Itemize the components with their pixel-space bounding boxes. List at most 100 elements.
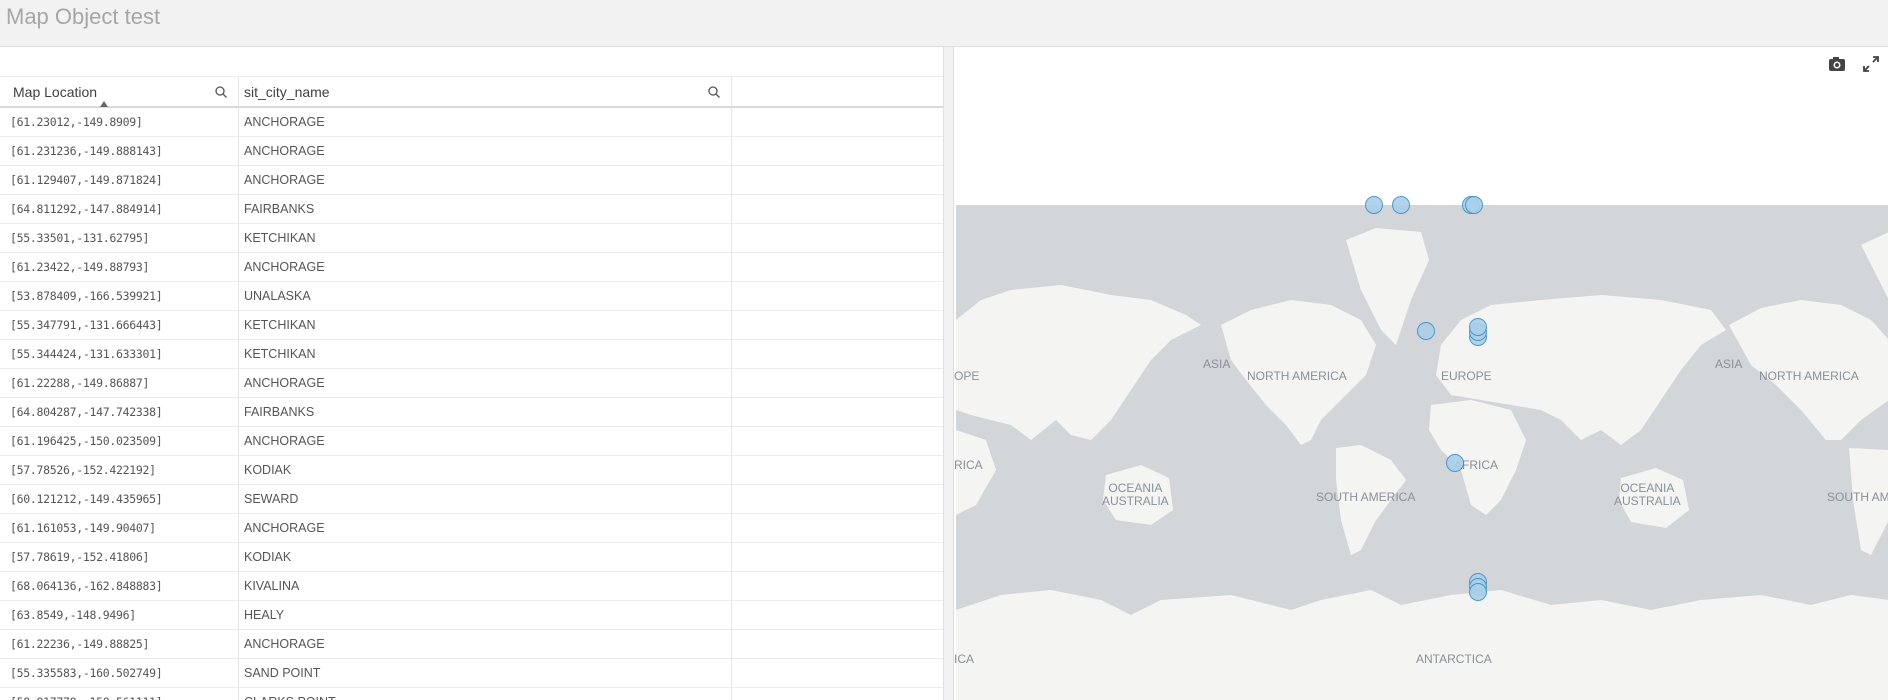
cell-empty: [732, 688, 943, 700]
cell-map-location[interactable]: [58.817778,-158.561111]: [0, 688, 239, 700]
table-row[interactable]: [55.335583,-160.502749] SAND POINT: [0, 659, 943, 688]
cell-map-location[interactable]: [64.811292,-147.884914]: [0, 195, 239, 223]
cell-empty: [732, 398, 943, 426]
cell-city-name[interactable]: KIVALINA: [239, 572, 732, 600]
table-row[interactable]: [57.78526,-152.422192] KODIAK: [0, 456, 943, 485]
cell-city-name[interactable]: ANCHORAGE: [239, 166, 732, 194]
table-row[interactable]: [55.33501,-131.62795] KETCHIKAN: [0, 224, 943, 253]
search-icon[interactable]: [214, 85, 228, 99]
cell-city-name[interactable]: FAIRBANKS: [239, 195, 732, 223]
cell-map-location[interactable]: [63.8549,-148.9496]: [0, 601, 239, 629]
map-marker[interactable]: [1446, 454, 1464, 472]
cell-empty: [732, 137, 943, 165]
cell-city-name[interactable]: KETCHIKAN: [239, 224, 732, 252]
cell-city-name[interactable]: SEWARD: [239, 485, 732, 513]
cell-map-location[interactable]: [61.161053,-149.90407]: [0, 514, 239, 542]
map-marker[interactable]: [1469, 318, 1487, 336]
cell-city-name[interactable]: CLARKS POINT: [239, 688, 732, 700]
map-marker[interactable]: [1392, 196, 1410, 214]
cell-empty: [732, 166, 943, 194]
map-label-antarctica: ANTARCTICA: [1416, 652, 1492, 666]
map-label-asia-right: ASIA: [1715, 357, 1743, 371]
cell-map-location[interactable]: [61.196425,-150.023509]: [0, 427, 239, 455]
cell-city-name[interactable]: ANCHORAGE: [239, 137, 732, 165]
map-marker[interactable]: [1417, 322, 1435, 340]
table-row[interactable]: [64.804287,-147.742338] FAIRBANKS: [0, 398, 943, 427]
cell-map-location[interactable]: [61.22236,-149.88825]: [0, 630, 239, 658]
cell-map-location[interactable]: [57.78619,-152.41806]: [0, 543, 239, 571]
table-row[interactable]: [60.121212,-149.435965] SEWARD: [0, 485, 943, 514]
cell-city-name[interactable]: ANCHORAGE: [239, 253, 732, 281]
table-row[interactable]: [61.231236,-149.888143] ANCHORAGE: [0, 137, 943, 166]
table-row[interactable]: [55.347791,-131.666443] KETCHIKAN: [0, 311, 943, 340]
table-row[interactable]: [58.817778,-158.561111]CLARKS POINT: [0, 688, 943, 700]
cell-map-location[interactable]: [55.347791,-131.666443]: [0, 311, 239, 339]
table-object: Map Location sit_city_name [61.23012,-14…: [0, 47, 944, 700]
map-object[interactable]: ASIA OPE NORTH AMERICA EUROPE ASIA NORTH…: [953, 47, 1888, 700]
expand-fullscreen-icon[interactable]: [1860, 53, 1882, 75]
table-row[interactable]: [55.344424,-131.633301] KETCHIKAN: [0, 340, 943, 369]
cell-city-name[interactable]: KETCHIKAN: [239, 340, 732, 368]
map-label-europe-cut: OPE: [954, 369, 980, 383]
table-row[interactable]: [61.196425,-150.023509] ANCHORAGE: [0, 427, 943, 456]
cell-city-name[interactable]: SAND POINT: [239, 659, 732, 687]
table-row[interactable]: [68.064136,-162.848883] KIVALINA: [0, 572, 943, 601]
cell-city-name[interactable]: ANCHORAGE: [239, 427, 732, 455]
world-map[interactable]: [954, 47, 1888, 700]
cell-empty: [732, 456, 943, 484]
map-marker[interactable]: [1469, 583, 1487, 601]
map-marker[interactable]: [1365, 196, 1383, 214]
snapshot-camera-icon[interactable]: [1826, 53, 1848, 75]
table-row[interactable]: [63.8549,-148.9496] HEALY: [0, 601, 943, 630]
map-label-asia: ASIA: [1203, 357, 1231, 371]
table-row[interactable]: [61.22236,-149.88825] ANCHORAGE: [0, 630, 943, 659]
cell-map-location[interactable]: [53.878409,-166.539921]: [0, 282, 239, 310]
cell-city-name[interactable]: KETCHIKAN: [239, 311, 732, 339]
cell-empty: [732, 369, 943, 397]
table-row[interactable]: [64.811292,-147.884914] FAIRBANKS: [0, 195, 943, 224]
cell-city-name[interactable]: HEALY: [239, 601, 732, 629]
cell-city-name[interactable]: KODIAK: [239, 543, 732, 571]
cell-empty: [732, 543, 943, 571]
table-row[interactable]: [61.23422,-149.88793] ANCHORAGE: [0, 253, 943, 282]
cell-map-location[interactable]: [61.22288,-149.86887]: [0, 369, 239, 397]
table-row[interactable]: [57.78619,-152.41806] KODIAK: [0, 543, 943, 572]
cell-empty: [732, 253, 943, 281]
map-label-oceania-right: OCEANIA AUSTRALIA: [1614, 482, 1681, 508]
table-row[interactable]: [61.129407,-149.871824] ANCHORAGE: [0, 166, 943, 195]
cell-city-name[interactable]: KODIAK: [239, 456, 732, 484]
table-row[interactable]: [61.22288,-149.86887] ANCHORAGE: [0, 369, 943, 398]
cell-city-name[interactable]: UNALASKA: [239, 282, 732, 310]
cell-empty: [732, 224, 943, 252]
cell-map-location[interactable]: [61.231236,-149.888143]: [0, 137, 239, 165]
table-row[interactable]: [61.23012,-149.8909] ANCHORAGE: [0, 108, 943, 137]
sort-ascending-icon: [100, 101, 108, 107]
cell-empty: [732, 282, 943, 310]
cell-map-location[interactable]: [60.121212,-149.435965]: [0, 485, 239, 513]
table-row[interactable]: [53.878409,-166.539921] UNALASKA: [0, 282, 943, 311]
cell-map-location[interactable]: [61.129407,-149.871824]: [0, 166, 239, 194]
cell-map-location[interactable]: [68.064136,-162.848883]: [0, 572, 239, 600]
cell-city-name[interactable]: ANCHORAGE: [239, 514, 732, 542]
column-header-sit-city-name[interactable]: sit_city_name: [239, 77, 732, 107]
cell-map-location[interactable]: [55.335583,-160.502749]: [0, 659, 239, 687]
column-header-map-location[interactable]: Map Location: [0, 77, 239, 107]
cell-city-name[interactable]: ANCHORAGE: [239, 108, 732, 136]
cell-empty: [732, 514, 943, 542]
cell-empty: [732, 427, 943, 455]
cell-map-location[interactable]: [61.23012,-149.8909]: [0, 108, 239, 136]
cell-map-location[interactable]: [55.33501,-131.62795]: [0, 224, 239, 252]
cell-city-name[interactable]: FAIRBANKS: [239, 398, 732, 426]
cell-map-location[interactable]: [57.78526,-152.422192]: [0, 456, 239, 484]
cell-city-name[interactable]: ANCHORAGE: [239, 630, 732, 658]
table-row[interactable]: [61.161053,-149.90407] ANCHORAGE: [0, 514, 943, 543]
cell-map-location[interactable]: [55.344424,-131.633301]: [0, 340, 239, 368]
cell-map-location[interactable]: [64.804287,-147.742338]: [0, 398, 239, 426]
panel-gap: [944, 47, 953, 700]
cell-map-location[interactable]: [61.23422,-149.88793]: [0, 253, 239, 281]
cell-city-name[interactable]: ANCHORAGE: [239, 369, 732, 397]
search-icon[interactable]: [707, 85, 721, 99]
map-label-oceania: OCEANIA AUSTRALIA: [1102, 482, 1169, 508]
map-marker[interactable]: [1465, 196, 1483, 214]
cell-empty: [732, 659, 943, 687]
